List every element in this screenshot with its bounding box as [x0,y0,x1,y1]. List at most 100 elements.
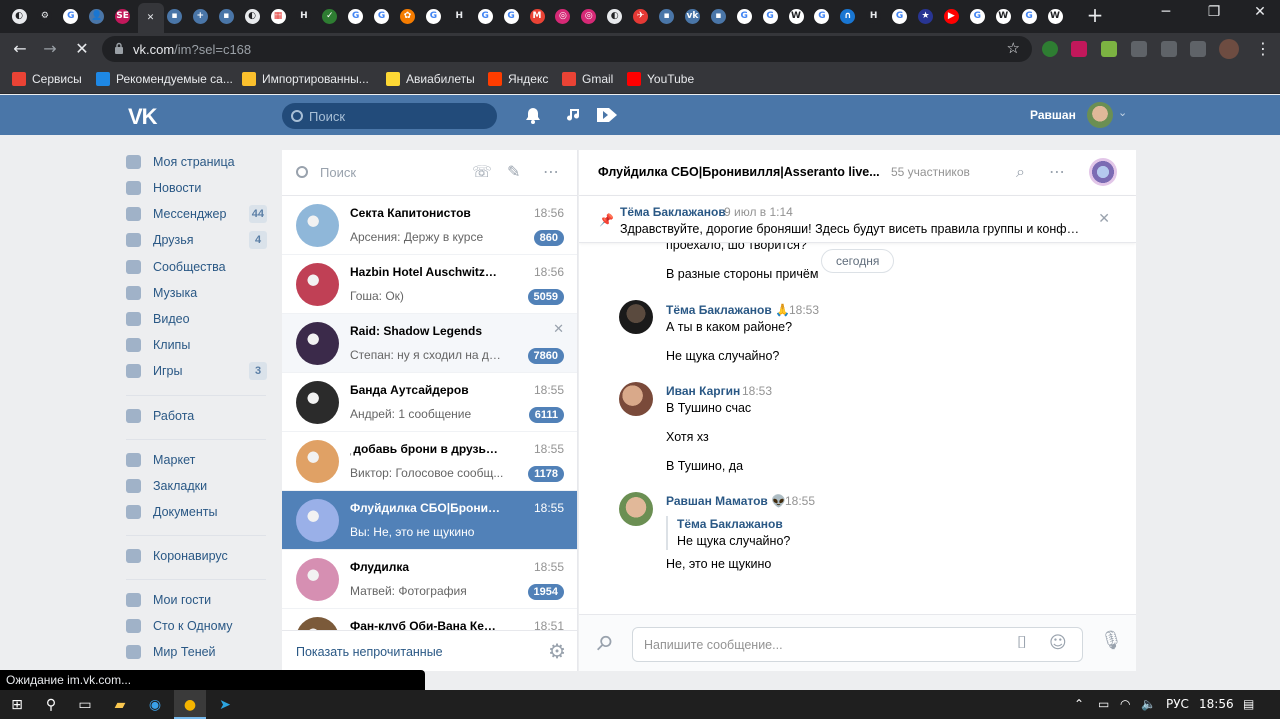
nav-world-of-shadows[interactable]: Мир Теней [126,641,271,663]
avatar[interactable] [1087,102,1113,128]
browser-tab[interactable]: ✕ [137,3,164,33]
browser-tab[interactable]: vk [681,5,703,27]
extensions-puzzle-icon[interactable] [1161,41,1177,57]
extension-se-icon[interactable] [1071,41,1087,57]
browser-tab[interactable]: G [371,5,393,27]
chat-members-count[interactable]: 55 участников [891,165,970,179]
new-tab-button[interactable]: + [1084,5,1106,27]
chrome-icon[interactable]: ● [180,695,200,715]
microphone-icon[interactable]: 🎙 [1100,630,1123,651]
close-icon[interactable]: ✕ [1098,211,1110,227]
profile-avatar[interactable] [1219,39,1239,59]
extension-doc-icon[interactable] [1131,41,1147,57]
gear-icon[interactable]: ⚙ [548,639,566,663]
browser-tab[interactable]: ★ [915,5,937,27]
nav-friends[interactable]: Друзья 4 [126,229,271,251]
file-explorer-icon[interactable]: ▰ [110,695,130,715]
browser-tab[interactable]: M [526,5,548,27]
browser-tab[interactable]: H [448,5,470,27]
stop-loading-icon[interactable]: ✕ [71,38,93,60]
avatar[interactable] [296,499,339,542]
more-icon[interactable]: ⋯ [543,162,559,181]
nav-coronavirus[interactable]: Коронавирус [126,545,271,567]
nav-music[interactable]: Музыка [126,282,271,304]
bookmark-gmail[interactable]: Gmail [562,71,613,87]
pinned-message[interactable]: 📌 Тёма Баклажанов 9 июл в 1:14 Здравству… [579,196,1136,243]
browser-tab[interactable]: ◎ [552,5,574,27]
browser-tab[interactable]: + [189,5,211,27]
music-icon[interactable] [567,107,583,123]
more-icon[interactable]: ⋯ [1049,162,1065,181]
browser-tab[interactable]: G [759,5,781,27]
message-input[interactable]: Напишите сообщение... ⌷ ☺ [632,627,1083,662]
browser-tab[interactable]: G [966,5,988,27]
conversation-row[interactable]: Флуйдилка СБО|Бронииви... 18:55 Вы: Не, эт… [282,491,577,550]
message-author[interactable]: Иван Каргин [666,384,740,398]
browser-tab[interactable]: G [345,5,367,27]
dialog-search-input[interactable]: Поиск [320,165,356,180]
browser-tab[interactable]: ▪ [656,5,678,27]
bookmark-flights[interactable]: Авиабилеты [386,71,475,87]
nav-work[interactable]: Работа [126,405,271,427]
minimize-button[interactable]: ─ [1146,4,1186,20]
browser-tab[interactable]: ◐ [241,5,263,27]
nav-clips[interactable]: Клипы [126,334,271,356]
address-bar[interactable]: vk.com/im?sel=c168 ☆ [102,36,1032,62]
reading-list-icon[interactable] [1190,41,1206,57]
camera-icon[interactable]: ⌷ [1017,633,1027,653]
volume-icon[interactable]: 🔈 [1141,697,1156,711]
conversation-row[interactable]: Hazbin Hotel Auschwitz | ч... 18:56 Гоша: … [282,255,577,314]
search-icon[interactable]: ⌕ [1016,162,1025,182]
pinned-author[interactable]: Тёма Баклажанов [620,205,726,219]
chat-avatar[interactable] [1089,158,1117,186]
browser-tab[interactable]: ▪ [215,5,237,27]
message-author[interactable]: Тёма Баклажанов 🙏 [666,303,790,317]
network-icon[interactable]: ▭ [1098,697,1109,711]
quote-author[interactable]: Тёма Баклажанов [677,517,783,531]
close-icon[interactable]: ✕ [553,322,564,337]
browser-tab[interactable]: 👤 [86,5,108,27]
windows-start-icon[interactable]: ⊞ [7,695,27,715]
browser-tab[interactable]: ∩ [837,5,859,27]
browser-tab[interactable]: G [500,5,522,27]
browser-tab[interactable]: ▦ [267,5,289,27]
browser-tab[interactable]: ▪ [707,5,729,27]
close-window-button[interactable]: ✕ [1240,4,1280,20]
nav-news[interactable]: Новости [126,177,271,199]
reply-quote[interactable]: Тёма Баклажанов Не щука случайно? [666,516,790,550]
nav-bookmarks[interactable]: Закладки [126,475,271,497]
extension-green-icon[interactable] [1042,41,1058,57]
bell-icon[interactable] [525,107,541,124]
browser-tab[interactable]: G [60,5,82,27]
forward-arrow-icon[interactable]: → [39,38,61,60]
task-view-icon[interactable]: ▭ [75,695,95,715]
browser-tab[interactable]: G [733,5,755,27]
bookmark-recommended[interactable]: Рекомендуемые са... [96,71,233,87]
notifications-icon[interactable]: ▤ [1243,697,1254,711]
browser-tab[interactable]: ⚙ [34,5,56,27]
message-time[interactable]: 18:53 [789,303,819,317]
conversation-row[interactable]: Raid: Shadow Legends ✕ Степан: ну я сходил… [282,314,577,373]
conversation-row[interactable]: Секта Капитонистов 18:56 Арсения: Держу в … [282,196,577,255]
avatar[interactable] [296,440,339,483]
vk-logo[interactable]: VK [128,104,158,130]
nav-100-to-1[interactable]: Сто к Одному [126,615,271,637]
tray-chevron-icon[interactable]: ⌃ [1074,697,1084,711]
avatar[interactable] [296,204,339,247]
bookmark-imported[interactable]: Импортированны... [242,71,369,87]
message-time[interactable]: 18:55 [785,494,815,508]
compose-icon[interactable]: ✎ [507,162,520,181]
nav-my-page[interactable]: Моя страница [126,151,271,173]
clock[interactable]: 18:56 [1199,697,1234,711]
browser-tab[interactable]: W [785,5,807,27]
browser-menu-icon[interactable]: ⋮ [1252,38,1274,60]
conversation-row[interactable]: ֶ добавь брони в друзья ... 18:55 Виктор: … [282,432,577,491]
chat-title[interactable]: Флуйдилка СБО|Бронивилля|Asseranto live.… [598,165,880,179]
message-time[interactable]: 18:53 [742,384,772,398]
avatar[interactable] [296,322,339,365]
browser-tab[interactable]: ◎ [578,5,600,27]
back-arrow-icon[interactable]: ← [9,38,31,60]
nav-market[interactable]: Маркет [126,449,271,471]
browser-tab[interactable]: ◐ [8,5,30,27]
bookmark-star-icon[interactable]: ☆ [1007,39,1020,57]
